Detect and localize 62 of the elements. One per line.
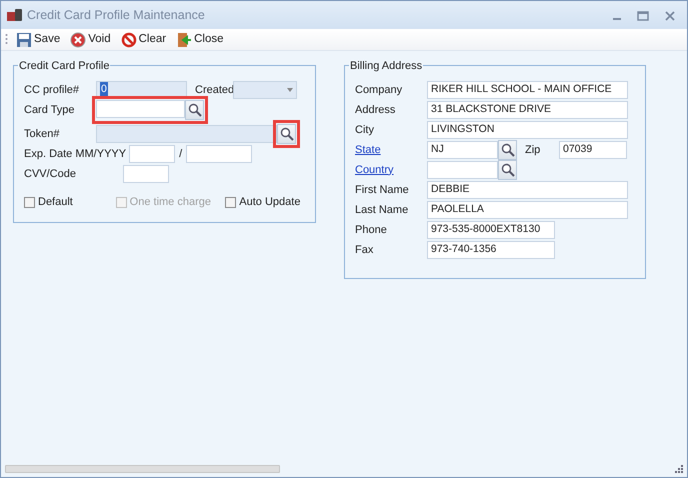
text-field[interactable]: RIKER HILL SCHOOL - MAIN OFFICE [427,81,628,99]
window-title: Credit Card Profile Maintenance [27,6,206,24]
scrollbar[interactable] [5,465,280,473]
text-field[interactable]: 31 BLACKSTONE DRIVE [427,101,628,119]
exit-door-icon [176,32,192,48]
text-field[interactable]: 973-535-8000EXT8130 [427,221,555,239]
field-label: CVV/Code [24,166,77,182]
save-icon [16,32,32,48]
void-button[interactable]: Void [68,30,113,48]
resize-grip-icon[interactable] [675,465,683,473]
lookup-button[interactable] [498,140,517,160]
cvv-field[interactable] [123,165,169,183]
year-field[interactable] [186,145,252,163]
clear-button[interactable]: Clear [118,30,168,48]
search-icon [500,143,514,157]
search-icon [188,103,202,117]
cancel-icon [70,32,86,48]
field-label: Exp. Date MM/YYYY [24,146,128,162]
text-field[interactable]: DEBBIE [427,181,628,199]
search-icon [500,163,514,177]
group-title: Billing Address [349,58,424,74]
field-label: City [355,122,375,138]
token-field[interactable] [96,125,277,143]
field-label: Token# [24,126,60,142]
lookup-field[interactable]: NJ [427,141,498,159]
month-field[interactable] [129,145,176,163]
text-field[interactable]: 973-740-1356 [427,241,555,259]
checkbox-label: Default [38,194,73,210]
field-label: Company [355,82,404,98]
text-field[interactable]: 07039 [559,141,627,159]
lookup-field[interactable] [427,161,498,179]
field-label: CC profile# [24,82,80,98]
maximize-icon [637,10,649,21]
close-form-button[interactable]: Close [174,30,226,48]
field-link[interactable]: Country [355,162,427,178]
search-icon [280,127,294,141]
field-label: Fax [355,242,374,258]
separator-text: / [179,146,182,162]
field-label: Last Name [355,202,410,218]
field-label: Address [355,102,396,118]
save-button[interactable]: Save [14,30,62,48]
card-type-field[interactable] [96,100,185,118]
no-entry-icon [120,32,137,48]
field-label: First Name [355,182,410,198]
checkbox[interactable] [24,196,35,208]
checkbox-label: One time charge [130,194,211,210]
field-label: Card Type [24,102,76,118]
text-field[interactable]: PAOLELLA [427,201,628,219]
lookup-button[interactable] [185,100,204,120]
field-label: Zip [525,142,542,158]
minimize-icon [613,18,621,20]
lookup-button[interactable] [498,160,517,180]
field-label: Created [195,82,233,98]
app-icon [7,8,23,22]
close-icon [665,10,675,21]
field-link[interactable]: State [355,142,427,158]
field-label: Phone [355,222,388,238]
dropdown-arrow-icon [287,88,293,92]
grip-icon [5,32,8,46]
checkbox-label: Auto Update [239,194,300,210]
text-field[interactable]: LIVINGSTON [427,121,628,139]
checkbox[interactable] [225,196,236,208]
